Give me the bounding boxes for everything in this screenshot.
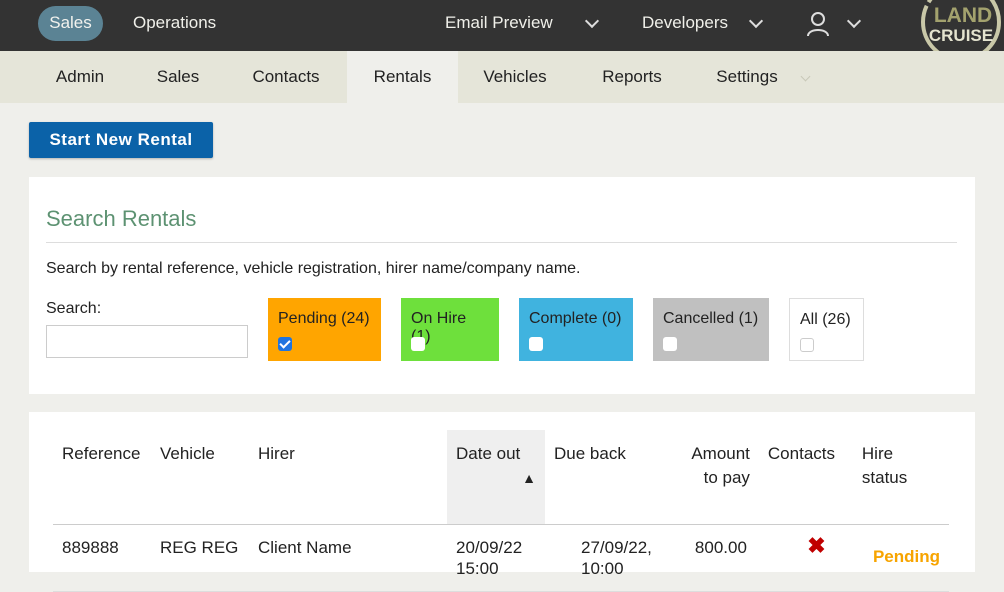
start-new-rental-button[interactable]: Start New Rental (29, 122, 213, 158)
tab-admin[interactable]: Admin (30, 51, 130, 103)
chevron-down-icon[interactable] (748, 13, 764, 29)
due-back-time: 10:00 (581, 558, 624, 578)
land-cruise-logo[interactable]: LAND CRUISE (917, 0, 1004, 56)
search-panel: Search Rentals Search by rental referenc… (29, 177, 975, 394)
chevron-down-icon[interactable] (584, 13, 600, 29)
email-preview-menu[interactable]: Email Preview (445, 0, 553, 51)
col-date-out-label: Date out (456, 444, 521, 463)
col-amount-line2: to pay (703, 468, 750, 487)
sort-ascending-icon: ▲ (522, 470, 536, 486)
chevron-down-icon[interactable] (846, 13, 862, 29)
filter-on-hire-checkbox[interactable] (411, 337, 425, 351)
logo-text-land: LAND (934, 4, 992, 27)
filter-all-label: All (26) (800, 311, 851, 328)
filter-complete[interactable]: Complete (0) (519, 298, 633, 361)
top-nav-sales[interactable]: Sales (38, 6, 103, 41)
col-reference[interactable]: Reference (53, 430, 151, 525)
filter-cancelled-label: Cancelled (1) (663, 310, 759, 327)
filter-on-hire[interactable]: On Hire (1) (401, 298, 499, 361)
tab-sales[interactable]: Sales (133, 51, 223, 103)
filter-cancelled[interactable]: Cancelled (1) (653, 298, 769, 361)
search-label: Search: (46, 300, 102, 317)
col-date-out[interactable]: Date out ▲ (447, 430, 545, 525)
col-hire-status[interactable]: Hire status (852, 430, 949, 525)
cell-vehicle: REG REG (151, 524, 249, 592)
col-amount[interactable]: Amount to pay (660, 430, 759, 525)
filter-complete-checkbox[interactable] (529, 337, 543, 351)
tab-settings[interactable]: Settings (700, 51, 794, 103)
user-icon[interactable] (806, 11, 830, 37)
col-due-back[interactable]: Due back (545, 430, 661, 525)
top-nav-operations[interactable]: Operations (133, 0, 216, 51)
col-status-line2: status (861, 468, 908, 487)
divider (46, 242, 957, 243)
rentals-table: Reference Vehicle Hirer Date out ▲ Due b… (53, 430, 949, 592)
filter-pending-label: Pending (24) (278, 310, 370, 327)
cell-date-out: 20/09/22 15:00 (447, 524, 545, 592)
tab-rentals[interactable]: Rentals (347, 51, 458, 103)
col-amount-line1: Amount (691, 444, 750, 463)
tab-contacts[interactable]: Contacts (230, 51, 342, 103)
search-input[interactable] (46, 325, 248, 358)
top-navbar: Sales Operations Email Preview Developer… (0, 0, 1004, 56)
cell-due-back: 27/09/22, 10:00 (545, 524, 661, 592)
due-back-date: 27/09/22, (581, 537, 652, 557)
cell-hirer: Client Name (249, 524, 447, 592)
cell-hire-status: Pending (852, 524, 949, 592)
search-description: Search by rental reference, vehicle regi… (46, 260, 581, 277)
col-status-line1: Hire (861, 444, 894, 463)
cell-amount: 800.00 (660, 524, 759, 592)
filter-all[interactable]: All (26) (789, 298, 864, 361)
filter-cancelled-checkbox[interactable] (663, 337, 677, 351)
filter-complete-label: Complete (0) (529, 310, 622, 327)
missing-contacts-icon: ✖ (807, 532, 826, 558)
filter-all-checkbox[interactable] (800, 338, 814, 352)
tab-vehicles[interactable]: Vehicles (460, 51, 570, 103)
search-title: Search Rentals (46, 206, 197, 231)
col-contacts[interactable]: Contacts (758, 430, 853, 525)
cell-contacts: ✖ (758, 524, 853, 592)
col-hirer[interactable]: Hirer (249, 430, 447, 525)
date-out-date: 20/09/22 (456, 537, 523, 557)
tab-reports[interactable]: Reports (580, 51, 684, 103)
developers-menu[interactable]: Developers (642, 0, 728, 51)
filter-pending[interactable]: Pending (24) (268, 298, 381, 361)
cell-reference[interactable]: 889888 (53, 524, 151, 592)
main-tabs: Admin Sales Contacts Rentals Vehicles Re… (0, 51, 1004, 103)
results-panel: Reference Vehicle Hirer Date out ▲ Due b… (29, 412, 975, 592)
status-badge: Pending (872, 546, 940, 566)
table-header-row: Reference Vehicle Hirer Date out ▲ Due b… (53, 430, 949, 525)
filter-pending-checkbox[interactable] (278, 337, 292, 351)
table-row[interactable]: 889888 REG REG Client Name 20/09/22 15:0… (53, 524, 949, 592)
logo-text-cruise: CRUISE (929, 26, 993, 45)
date-out-time: 15:00 (456, 558, 499, 578)
col-vehicle[interactable]: Vehicle (151, 430, 249, 525)
